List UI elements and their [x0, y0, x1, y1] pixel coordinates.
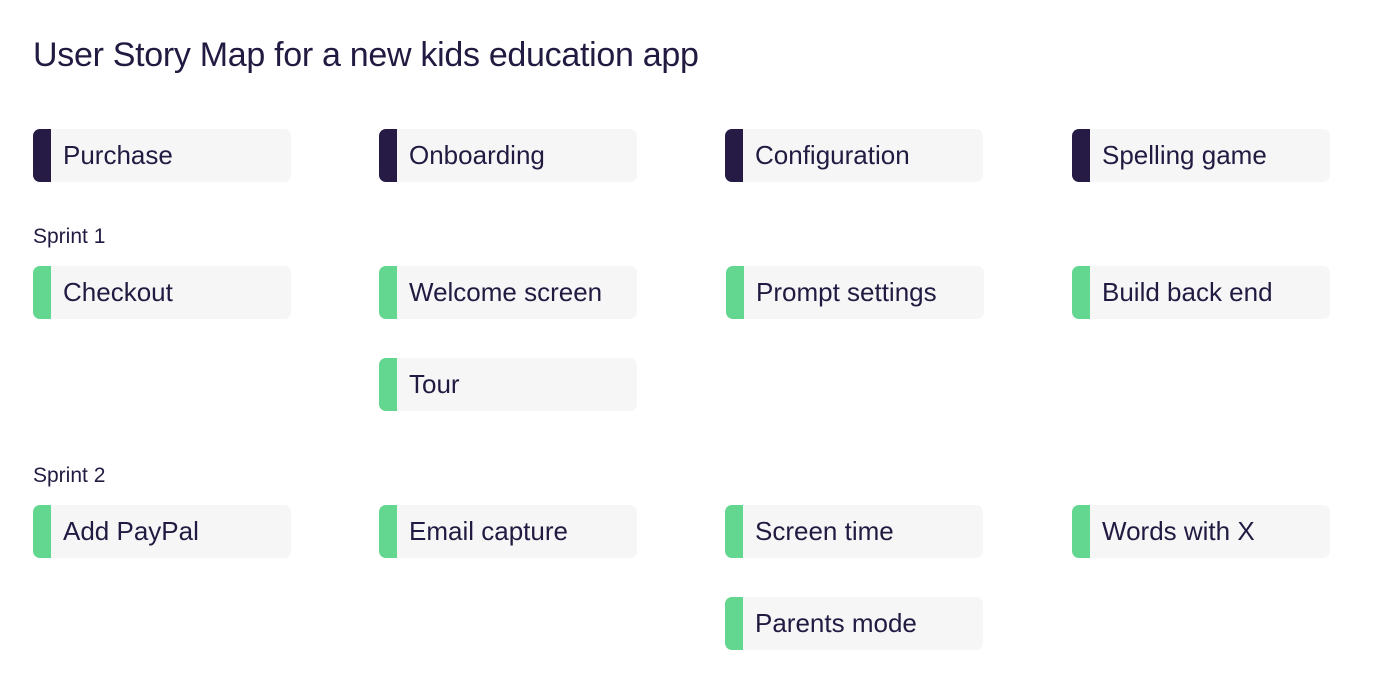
epic-card-spelling-game[interactable]: Spelling game	[1072, 129, 1330, 182]
story-accent-bar	[725, 505, 743, 558]
story-card[interactable]: Email capture	[379, 505, 637, 558]
card-label: Prompt settings	[756, 277, 937, 307]
story-card[interactable]: Screen time	[725, 505, 983, 558]
card-label: Checkout	[63, 277, 173, 307]
epic-accent-bar	[1072, 129, 1090, 182]
story-card[interactable]: Parents mode	[725, 597, 983, 650]
card-label: Purchase	[63, 140, 173, 170]
epic-accent-bar	[725, 129, 743, 182]
card-label: Parents mode	[755, 608, 917, 638]
epic-accent-bar	[379, 129, 397, 182]
story-accent-bar	[726, 266, 744, 319]
story-accent-bar	[1072, 505, 1090, 558]
card-label: Add PayPal	[63, 516, 199, 546]
story-card[interactable]: Checkout	[33, 266, 291, 319]
story-accent-bar	[379, 505, 397, 558]
story-card[interactable]: Prompt settings	[726, 266, 984, 319]
story-card[interactable]: Welcome screen	[379, 266, 637, 319]
story-accent-bar	[379, 358, 397, 411]
sprint-label: Sprint 1	[33, 225, 106, 248]
card-label: Onboarding	[409, 140, 545, 170]
epic-card-onboarding[interactable]: Onboarding	[379, 129, 637, 182]
page-title: User Story Map for a new kids education …	[33, 36, 699, 74]
story-accent-bar	[1072, 266, 1090, 319]
story-card[interactable]: Words with X	[1072, 505, 1330, 558]
card-label: Welcome screen	[409, 277, 603, 307]
card-label: Tour	[409, 369, 460, 399]
sprint-label: Sprint 2	[33, 464, 106, 487]
epic-card-purchase[interactable]: Purchase	[33, 129, 291, 182]
card-label: Configuration	[755, 140, 910, 170]
card-label: Words with X	[1102, 516, 1255, 546]
story-accent-bar	[725, 597, 743, 650]
story-card[interactable]: Add PayPal	[33, 505, 291, 558]
card-label: Screen time	[755, 516, 894, 546]
epic-accent-bar	[33, 129, 51, 182]
card-label: Email capture	[409, 516, 568, 546]
story-accent-bar	[33, 266, 51, 319]
story-card[interactable]: Tour	[379, 358, 637, 411]
card-label: Build back end	[1102, 277, 1273, 307]
story-accent-bar	[379, 266, 397, 319]
epic-card-configuration[interactable]: Configuration	[725, 129, 983, 182]
story-card[interactable]: Build back end	[1072, 266, 1330, 319]
story-accent-bar	[33, 505, 51, 558]
card-label: Spelling game	[1102, 140, 1267, 170]
